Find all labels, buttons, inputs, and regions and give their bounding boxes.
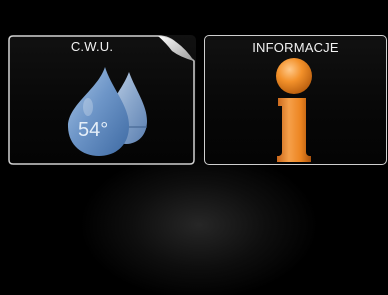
hot-water-tile[interactable]: C.W.U. 54° [8,35,196,165]
water-drops-icon [68,67,147,156]
hot-water-tile-frame [8,35,195,165]
hot-water-title: C.W.U. [70,39,114,54]
information-tile[interactable]: INFORMACJE [204,35,387,165]
hot-water-temperature: 54° [78,119,109,141]
screen: C.W.U. 54° INFORMACJE [0,0,388,295]
info-icon [276,58,312,162]
background-glow [79,150,319,295]
